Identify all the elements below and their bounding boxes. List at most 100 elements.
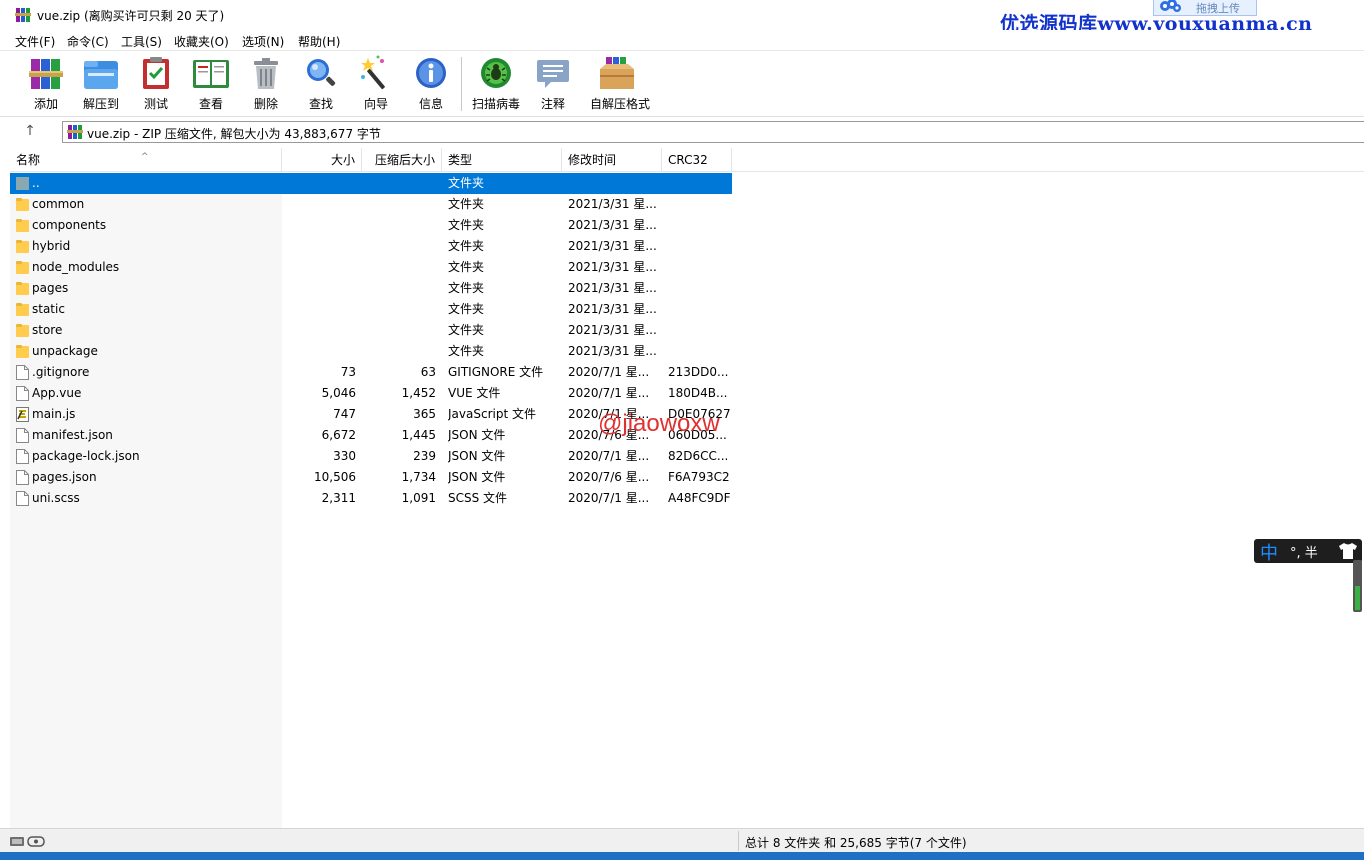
cell-crc32 (668, 341, 732, 362)
table-row[interactable]: .gitignore 73 63 GITIGNORE 文件 2020/7/1 星... 2… (10, 362, 732, 383)
table-row[interactable]: hybrid 文件夹 2021/3/31 星... (10, 236, 732, 257)
skin-shirt-icon[interactable] (1338, 542, 1358, 560)
cell-type: 文件夹 (448, 197, 485, 211)
table-row[interactable]: static 文件夹 2021/3/31 星... (10, 299, 732, 320)
cell-size: 6,672 (321, 428, 356, 442)
cell-crc32 (668, 194, 732, 215)
cell-modified (568, 173, 660, 194)
ime-punctuation-width[interactable]: °, 半 (1290, 542, 1318, 561)
side-scroll-indicator[interactable] (1353, 560, 1362, 612)
add-button[interactable]: 添加 (20, 55, 72, 113)
toolbar-separator (461, 57, 462, 111)
sfx-button[interactable]: 自解压格式 (590, 55, 650, 113)
wizard-button[interactable]: 向导 (350, 55, 402, 113)
cell-name: main.js (10, 404, 282, 425)
cell-size: 10,506 (314, 470, 356, 484)
user-watermark: @jiaowoxw (598, 410, 720, 437)
winrar-app-icon (15, 8, 31, 22)
cell-packed-size (362, 194, 436, 215)
window-title: vue.zip (离购买许可只剩 20 天了) (37, 9, 225, 23)
sort-ascending-icon: ^ (141, 152, 149, 162)
find-button[interactable]: 查找 (295, 55, 347, 113)
cell-crc32 (668, 236, 732, 257)
add-archive-icon (29, 59, 63, 89)
column-packed-size[interactable]: 压缩后大小 (362, 148, 442, 172)
cell-modified: 2020/7/1 星... (568, 386, 650, 400)
sfx-box-icon (600, 57, 634, 89)
cell-name: store (10, 320, 282, 341)
file-name: pages (32, 281, 69, 295)
delete-button[interactable]: 删除 (240, 55, 292, 113)
cell-type: 文件夹 (448, 344, 485, 358)
cell-name: .. (10, 173, 282, 194)
cell-crc32 (668, 278, 732, 299)
up-one-level-button[interactable]: ↑ (20, 123, 40, 141)
cell-modified: 2021/3/31 星... (568, 302, 657, 316)
table-row[interactable]: components 文件夹 2021/3/31 星... (10, 215, 732, 236)
file-icon (16, 449, 29, 464)
cell-type: GITIGNORE 文件 (448, 365, 544, 379)
column-type[interactable]: 类型 (442, 148, 562, 172)
comment-button[interactable]: 注释 (527, 55, 579, 113)
address-field[interactable]: vue.zip - ZIP 压缩文件, 解包大小为 43,883,677 字节 (62, 121, 1364, 143)
menu-favorites[interactable]: 收藏夹(O) (174, 33, 229, 50)
table-row[interactable]: node_modules 文件夹 2021/3/31 星... (10, 257, 732, 278)
file-name: main.js (32, 407, 76, 421)
virus-scan-button[interactable]: 扫描病毒 (470, 55, 522, 113)
cell-packed-size (362, 299, 436, 320)
ime-status-bar[interactable]: 中 °, 半 (1254, 539, 1362, 565)
cell-packed-size (362, 215, 436, 236)
cell-crc32: A48FC9DF (668, 491, 731, 505)
file-name: components (32, 218, 107, 232)
cell-size (282, 320, 356, 341)
cell-packed-size: 239 (413, 449, 436, 463)
extract-to-button[interactable]: 解压到 (75, 55, 127, 113)
cell-modified: 2020/7/1 星... (568, 491, 650, 505)
table-row[interactable]: common 文件夹 2021/3/31 星... (10, 194, 732, 215)
file-name: .gitignore (32, 365, 90, 379)
cell-type: 文件夹 (448, 176, 485, 190)
cell-modified: 2021/3/31 星... (568, 281, 657, 295)
menu-bar: 文件(F) 命令(C) 工具(S) 收藏夹(O) 选项(N) 帮助(H) (0, 30, 1364, 50)
cell-name: pages.json (10, 467, 282, 488)
cell-type: 文件夹 (448, 323, 485, 337)
folder-icon (16, 240, 29, 253)
table-row[interactable]: uni.scss 2,311 1,091 SCSS 文件 2020/7/1 星... A4… (10, 488, 732, 509)
table-row[interactable]: unpackage 文件夹 2021/3/31 星... (10, 341, 732, 362)
table-row[interactable]: pages.json 10,506 1,734 JSON 文件 2020/7/6 星..… (10, 467, 732, 488)
taskbar-edge (0, 852, 1364, 860)
cell-crc32: 82D6CC... (668, 449, 729, 463)
cell-type: JSON 文件 (448, 470, 506, 484)
info-label: 信息 (418, 97, 443, 111)
find-label: 查找 (308, 97, 333, 111)
menu-tools[interactable]: 工具(S) (121, 33, 162, 50)
cell-size (282, 173, 356, 194)
table-row[interactable]: .. 文件夹 (10, 173, 732, 194)
table-row[interactable]: package-lock.json 330 239 JSON 文件 2020/7/1 星… (10, 446, 732, 467)
view-button[interactable]: 查看 (185, 55, 237, 113)
column-name[interactable]: 名称 ^ (10, 148, 282, 172)
file-icon (16, 365, 29, 380)
cell-size: 73 (340, 365, 356, 379)
menu-options[interactable]: 选项(N) (242, 33, 284, 50)
info-button[interactable]: 信息 (405, 55, 457, 113)
column-crc32[interactable]: CRC32 (662, 148, 732, 172)
cell-modified: 2021/3/31 星... (568, 197, 657, 211)
table-row[interactable]: App.vue 5,046 1,452 VUE 文件 2020/7/1 星... 180D… (10, 383, 732, 404)
extract-label: 解压到 (82, 97, 119, 111)
cell-modified: 2021/3/31 星... (568, 218, 657, 232)
column-modified[interactable]: 修改时间 (562, 148, 662, 172)
ime-chinese-mode[interactable]: 中 (1260, 539, 1278, 565)
table-row[interactable]: store 文件夹 2021/3/31 星... (10, 320, 732, 341)
cell-type: 文件夹 (448, 239, 485, 253)
status-divider (738, 831, 739, 851)
column-size[interactable]: 大小 (282, 148, 362, 172)
virus-scan-label: 扫描病毒 (471, 97, 520, 111)
menu-file[interactable]: 文件(F) (15, 33, 55, 50)
file-name: common (32, 197, 85, 211)
table-row[interactable]: pages 文件夹 2021/3/31 星... (10, 278, 732, 299)
menu-help[interactable]: 帮助(H) (298, 33, 340, 50)
test-button[interactable]: 测试 (130, 55, 182, 113)
menu-commands[interactable]: 命令(C) (67, 33, 109, 50)
view-label: 查看 (198, 97, 223, 111)
